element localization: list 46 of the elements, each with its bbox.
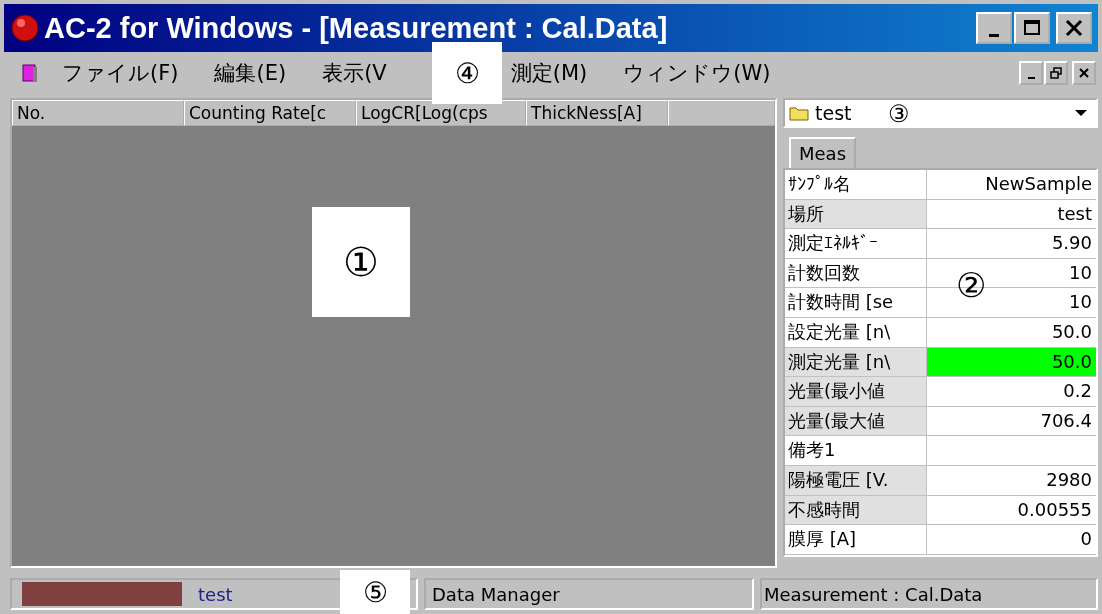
user-name: test	[198, 583, 233, 605]
maximize-icon	[1022, 18, 1042, 38]
column-header[interactable]: ThickNess[A]	[526, 100, 668, 126]
tab[interactable]: Meas	[789, 137, 856, 168]
restore-icon	[1049, 66, 1063, 80]
property-label: 光量(最小値	[785, 377, 927, 406]
callout-number: ①	[312, 207, 410, 317]
property-label: 測定ｴﾈﾙｷﾞｰ	[785, 229, 927, 258]
minimize-button[interactable]	[976, 12, 1012, 44]
restore-button[interactable]	[1044, 61, 1068, 85]
minimize-icon	[1027, 77, 1035, 79]
property-label: 設定光量 [n\	[785, 317, 927, 347]
property-value[interactable]: 50.0	[927, 347, 1096, 377]
dropdown-arrow-icon[interactable]	[1074, 109, 1088, 117]
property-label: 陽極電圧 [V.	[785, 465, 927, 495]
close-icon	[1064, 18, 1084, 38]
close-icon	[1077, 66, 1091, 80]
property-label: 不感時間	[785, 495, 927, 525]
callout-number: ④	[432, 42, 502, 104]
minimize-button[interactable]	[1019, 61, 1043, 85]
menu-item[interactable]: 編集(E)	[214, 59, 287, 87]
status-text: Data Manager	[424, 578, 754, 610]
callout-number: ⑤	[340, 570, 410, 614]
property-label: 備考1	[785, 436, 927, 465]
property-label: 場所	[785, 199, 927, 229]
property-label: 計数回数	[785, 258, 927, 288]
maximize-button[interactable]	[1014, 12, 1050, 44]
folder-icon	[789, 105, 809, 121]
property-label: 計数時間 [se	[785, 288, 927, 317]
minimize-icon	[989, 33, 999, 37]
close-button[interactable]	[1072, 61, 1096, 85]
menu-item[interactable]: ウィンドウ(W)	[623, 59, 771, 87]
window-title: AC-2 for Windows - [Measurement : Cal.Data]	[44, 11, 668, 45]
property-label: 膜厚 [A]	[785, 525, 927, 554]
property-label: 測定光量 [n\	[785, 347, 927, 377]
menu-item[interactable]: 測定(M)	[510, 59, 588, 87]
property-label: ｻﾝﾌﾟﾙ名	[785, 170, 927, 199]
close-button[interactable]	[1056, 12, 1092, 44]
status-text: Measurement : Cal.Data	[760, 578, 1098, 610]
menu-item[interactable]: 表示(V	[322, 59, 387, 87]
property-label: 光量(最大値	[785, 406, 927, 436]
column-header[interactable]: No.	[12, 100, 184, 126]
app-logo-icon	[10, 13, 40, 43]
column-header[interactable]: Counting Rate[c	[184, 100, 356, 126]
menu-item[interactable]: ファイル(F)	[62, 59, 179, 87]
callout-number: ③	[888, 100, 910, 128]
